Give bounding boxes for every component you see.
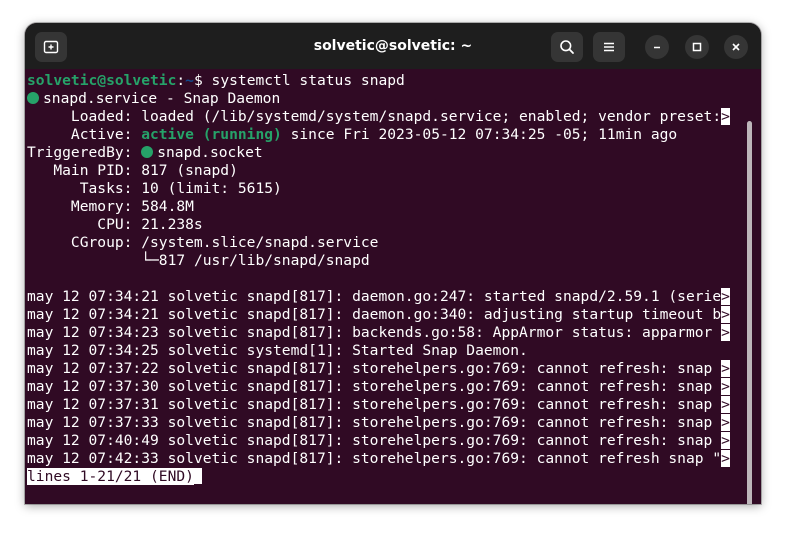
truncation-marker: > <box>721 450 730 467</box>
pager-status: lines 1-21/21 (END) <box>27 468 194 485</box>
loaded-text: Loaded: loaded (/lib/systemd/system/snap… <box>27 108 722 125</box>
log-line: may 12 07:37:31 solvetic snapd[817]: sto… <box>27 396 730 414</box>
prompt-symbol: $ <box>193 72 212 89</box>
log-text: may 12 07:37:33 solvetic snapd[817]: sto… <box>27 414 722 431</box>
service-line: snapd.service - Snap Daemon <box>27 90 280 108</box>
log-line: may 12 07:37:22 solvetic snapd[817]: sto… <box>27 360 730 378</box>
menu-button[interactable] <box>593 32 625 62</box>
truncation-marker: > <box>721 396 730 413</box>
cpu-line: CPU: 21.238s <box>27 216 203 233</box>
cursor <box>193 468 202 484</box>
tasks-line: Tasks: 10 (limit: 5615) <box>27 180 282 197</box>
search-icon <box>560 40 574 54</box>
truncation-marker: > <box>721 306 730 323</box>
prompt-line: solvetic@solvetic:~$ systemctl status sn… <box>27 72 405 90</box>
log-text: may 12 07:37:31 solvetic snapd[817]: sto… <box>27 396 722 413</box>
truncation-marker: > <box>721 324 730 341</box>
active-state: active (running) <box>141 126 282 143</box>
minimize-icon <box>654 46 660 49</box>
triggered-label: TriggeredBy: <box>27 144 142 161</box>
cgroup-line: CGroup: /system.slice/snapd.service <box>27 234 379 251</box>
log-line: may 12 07:34:21 solvetic snapd[817]: dae… <box>27 306 730 324</box>
log-line: may 12 07:37:30 solvetic snapd[817]: sto… <box>27 378 730 396</box>
maximize-icon <box>692 42 702 52</box>
hamburger-menu-icon <box>604 42 614 52</box>
status-dot-icon <box>27 92 39 104</box>
log-text: may 12 07:37:30 solvetic snapd[817]: sto… <box>27 378 722 395</box>
log-text: may 12 07:34:21 solvetic snapd[817]: dae… <box>27 306 722 323</box>
terminal-window: solvetic@solvetic: ~ solvetic@solvetic:~… <box>25 23 761 504</box>
pager-status-line: lines 1-21/21 (END) <box>27 468 202 486</box>
log-line: may 12 07:34:23 solvetic snapd[817]: bac… <box>27 324 730 342</box>
close-icon <box>732 43 740 51</box>
socket-status-dot-icon <box>141 146 154 158</box>
log-text: may 12 07:40:49 solvetic snapd[817]: sto… <box>27 432 722 449</box>
new-tab-icon <box>43 40 59 54</box>
log-text: may 12 07:34:23 solvetic snapd[817]: bac… <box>27 324 722 341</box>
scrollbar[interactable] <box>747 121 752 504</box>
new-tab-button[interactable] <box>35 32 67 62</box>
loaded-line: Loaded: loaded (/lib/systemd/system/snap… <box>27 108 730 126</box>
prompt-path: ~ <box>185 72 194 89</box>
title-bar[interactable]: solvetic@solvetic: ~ <box>25 23 761 69</box>
log-text: may 12 07:34:21 solvetic snapd[817]: dae… <box>27 288 722 305</box>
truncation-marker: > <box>721 360 730 377</box>
truncation-marker: > <box>721 414 730 431</box>
log-line: may 12 07:40:49 solvetic snapd[817]: sto… <box>27 432 730 450</box>
main-pid-line: Main PID: 817 (snapd) <box>27 162 238 179</box>
search-button[interactable] <box>551 32 583 62</box>
truncation-marker: > <box>721 378 730 395</box>
truncation-marker: > <box>721 108 730 125</box>
memory-line: Memory: 584.8M <box>27 198 194 215</box>
minimize-button[interactable] <box>645 35 669 59</box>
log-text: may 12 07:42:33 solvetic snapd[817]: sto… <box>27 450 722 467</box>
active-line: Active: active (running) since Fri 2023-… <box>27 126 677 144</box>
log-line: may 12 07:34:21 solvetic snapd[817]: dae… <box>27 288 730 306</box>
tree-connector: └─ <box>27 252 159 269</box>
service-name: snapd.service - Snap Daemon <box>43 90 281 107</box>
cgroup-child-line: └─817 /usr/lib/snapd/snapd <box>27 252 370 270</box>
active-label: Active: <box>27 126 142 143</box>
triggered-value: snapd.socket <box>157 144 263 161</box>
cgroup-child-text: 817 /usr/lib/snapd/snapd <box>158 252 370 269</box>
log-text: may 12 07:37:22 solvetic snapd[817]: sto… <box>27 360 722 377</box>
log-text: may 12 07:34:25 solvetic systemd[1]: Sta… <box>27 342 528 359</box>
truncation-marker: > <box>721 432 730 449</box>
prompt-user-host: solvetic@solvetic <box>27 72 177 89</box>
prompt-colon: : <box>176 72 186 89</box>
truncation-marker: > <box>721 288 730 305</box>
terminal-output[interactable]: solvetic@solvetic:~$ systemctl status sn… <box>25 69 761 504</box>
triggered-by-line: TriggeredBy: snapd.socket <box>27 144 263 162</box>
log-line: may 12 07:42:33 solvetic snapd[817]: sto… <box>27 450 730 468</box>
close-button[interactable] <box>724 35 748 59</box>
maximize-button[interactable] <box>685 35 709 59</box>
log-line: may 12 07:37:33 solvetic snapd[817]: sto… <box>27 414 730 432</box>
log-line: may 12 07:34:25 solvetic systemd[1]: Sta… <box>27 342 528 360</box>
prompt-command: systemctl status snapd <box>211 72 405 89</box>
active-rest: since Fri 2023-05-12 07:34:25 -05; 11min… <box>281 126 678 143</box>
